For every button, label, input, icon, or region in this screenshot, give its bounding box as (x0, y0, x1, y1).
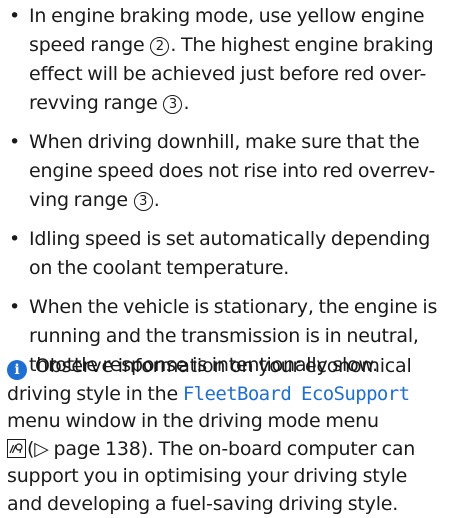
bullet-line: When driving downhill, make sure that th… (29, 128, 452, 157)
note-text-1: Observe information on your economical (35, 355, 412, 377)
bullet-line: When the vehicle is stationary, the engi… (29, 293, 452, 322)
bullet-text: Idling speed is set automatically depend… (29, 228, 430, 250)
note-line-4: (▷ page 138). The on-board computer can (7, 436, 452, 464)
bullet-text: on the coolant temperature. (29, 257, 289, 279)
list-item: • Idling speed is set automatically depen… (7, 225, 452, 283)
list-item: • When driving downhill, make sure that t… (7, 128, 452, 215)
bullet-line: effect will be achieved just before red … (29, 60, 452, 89)
bullet-line: Idling speed is set automatically depend… (29, 225, 452, 254)
bullet-text: ving range (29, 189, 133, 211)
fleetboard-ecosupport-label: FleetBoard EcoSupport (183, 383, 410, 405)
bullet-dot: • (9, 293, 20, 322)
bullet-dot: • (9, 225, 20, 254)
note-line-5: support you in optimising your driving s… (7, 463, 452, 491)
bullet-list: • In engine braking mode, use yellow engi… (7, 2, 452, 390)
bullet-text: In engine braking mode, use yellow engin… (29, 5, 424, 27)
note-line-6: and developing a fuel-saving driving sty… (7, 491, 452, 518)
note-line-3: menu window in the driving mode menu (7, 408, 452, 436)
bullet-text: When driving downhill, make sure that th… (29, 131, 420, 153)
info-note: iObserve information on your economical … (7, 353, 452, 518)
bullet-text: effect will be achieved just before red … (29, 63, 426, 85)
circled-number: 3 (163, 95, 182, 114)
bullet-text: . The highest engine braking (170, 34, 433, 56)
bullet-line: on the coolant temperature. (29, 254, 452, 283)
bullet-text: . (183, 92, 189, 114)
info-icon: i (7, 360, 27, 380)
circled-number: 2 (150, 37, 169, 56)
bullet-text: speed range (29, 34, 149, 56)
manual-page: • In engine braking mode, use yellow engi… (0, 0, 458, 491)
note-text-4: (▷ page 138). The on-board computer can (27, 438, 415, 460)
bullet-dot: • (9, 128, 20, 157)
bullet-line: engine speed does not rise into red over… (29, 157, 452, 186)
bullet-text: revving range (29, 92, 162, 114)
note-line-1: i Observe information on your economical (7, 353, 452, 381)
bullet-text: running and the transmission is in neutr… (29, 325, 419, 347)
list-item: • In engine braking mode, use yellow engi… (7, 2, 452, 118)
note-text-2a: driving style in the (7, 383, 183, 405)
bullet-dot: • (9, 2, 20, 31)
steering-wheel-button-icon (7, 439, 26, 458)
bullet-line: revving range 3. (29, 89, 452, 118)
bullet-line: speed range 2. The highest engine brakin… (29, 31, 452, 60)
note-line-2: driving style in the FleetBoard EcoSuppo… (7, 381, 452, 409)
bullet-line: In engine braking mode, use yellow engin… (29, 2, 452, 31)
bullet-text: When the vehicle is stationary, the engi… (29, 296, 437, 318)
bullet-line: running and the transmission is in neutr… (29, 322, 452, 351)
bullet-line: ving range 3. (29, 186, 452, 215)
circled-number: 3 (134, 192, 153, 211)
bullet-text: engine speed does not rise into red over… (29, 160, 435, 182)
bullet-text: . (154, 189, 160, 211)
